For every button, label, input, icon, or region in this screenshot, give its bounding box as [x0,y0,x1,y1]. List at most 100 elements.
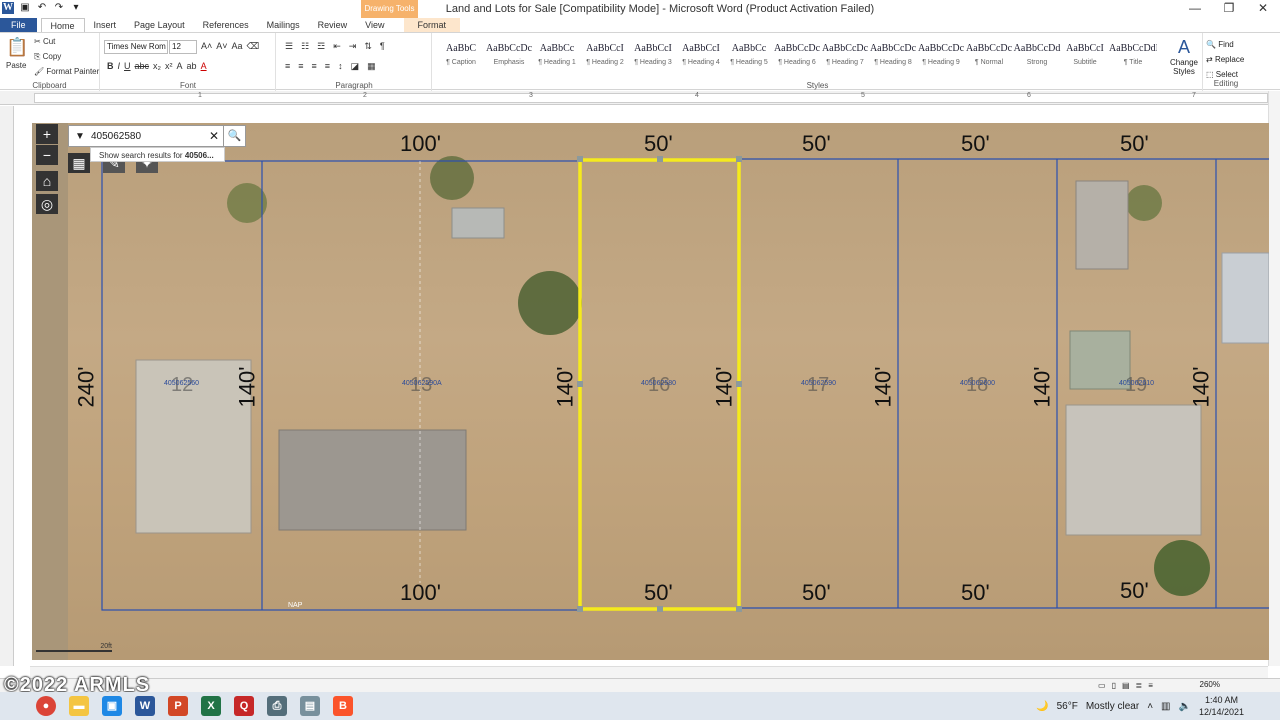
tray-overflow-icon[interactable]: ˄ [1147,701,1153,712]
replace-button[interactable]: ⇄ Replace [1206,52,1244,67]
paste-icon[interactable]: 📋 [6,37,28,58]
restore-icon[interactable]: ❐ [1212,1,1246,15]
vertical-ruler[interactable] [0,106,14,666]
tab-review[interactable]: Review [309,18,357,32]
search-icon[interactable]: 🔍 [223,126,245,146]
bullets-icon[interactable]: ☰ [285,41,293,52]
selection-handle[interactable] [577,606,583,612]
search-source-dropdown-icon[interactable]: ▼ [69,131,91,142]
underline-button[interactable]: U [124,61,131,71]
horizontal-scrollbar[interactable] [30,666,1268,678]
basemap-gallery-icon[interactable]: ▦ [68,153,90,173]
horizontal-ruler[interactable]: 1 2 3 4 5 6 7 [0,91,1280,105]
tab-references[interactable]: References [194,18,258,32]
format-painter-button[interactable]: 🖌 Format Painter [34,67,99,76]
align-right-icon[interactable]: ≡ [312,61,317,72]
sort-icon[interactable]: ⇅ [364,41,372,52]
tab-view[interactable]: View [356,18,393,32]
file-explorer-icon[interactable]: ▬ [69,696,89,716]
photos-icon[interactable]: ▣ [102,696,122,716]
subscript-button[interactable]: x₂ [153,61,161,71]
volume-icon[interactable]: 🔈 [1179,701,1191,712]
style-item[interactable]: AaBbCcDdI ¶ Title [1109,39,1157,77]
numbering-icon[interactable]: ☷ [301,41,309,52]
style-item[interactable]: AaBbCcI ¶ Heading 3 [629,39,677,77]
highlight-icon[interactable]: ab [187,61,197,71]
tab-home[interactable]: Home [40,18,85,32]
tab-insert[interactable]: Insert [85,18,126,32]
style-item[interactable]: AaBbCcDc ¶ Heading 8 [869,39,917,77]
zoom-out-button[interactable]: − [36,145,58,165]
text-effects-icon[interactable]: A [177,61,183,71]
tab-format[interactable]: Format [403,18,461,32]
brave-icon[interactable]: B [333,696,353,716]
bold-button[interactable]: B [107,61,114,71]
locate-icon[interactable]: ◎ [36,194,58,214]
style-item[interactable]: AaBbCc ¶ Heading 1 [533,39,581,77]
excel-icon[interactable]: X [201,696,221,716]
shading-icon[interactable]: ◪ [351,61,360,72]
selection-handle[interactable] [577,156,583,162]
tab-page-layout[interactable]: Page Layout [125,18,194,32]
style-item[interactable]: AaBbCc ¶ Heading 5 [725,39,773,77]
style-item[interactable]: AaBbCcDc ¶ Heading 6 [773,39,821,77]
align-center-icon[interactable]: ≡ [298,61,303,72]
style-item[interactable]: AaBbCcDc ¶ Heading 9 [917,39,965,77]
tab-file[interactable]: File [0,18,37,32]
font-size-select[interactable]: 12 [169,40,197,54]
map-search-box[interactable]: ▼ 405062580 ✕ 🔍 [68,125,246,147]
weather-desc[interactable]: Mostly clear [1086,701,1139,712]
increase-indent-icon[interactable]: ⇥ [349,41,357,52]
print-layout-view-icon[interactable]: ▭ [1098,681,1106,690]
find-button[interactable]: 🔍 Find [1206,37,1244,52]
powerpoint-icon[interactable]: P [168,696,188,716]
line-spacing-icon[interactable]: ↕ [338,61,343,72]
multilevel-list-icon[interactable]: ☲ [317,41,325,52]
minimize-icon[interactable]: — [1178,1,1212,15]
zoom-level[interactable]: 260% [1200,680,1220,689]
weather-temp[interactable]: 56°F [1057,701,1078,712]
web-layout-icon[interactable]: ▤ [1122,681,1130,690]
style-item[interactable]: AaBbCcI ¶ Heading 2 [581,39,629,77]
paste-button[interactable]: Paste [6,61,26,70]
clock[interactable]: 1:40 AM 12/14/2021 [1199,694,1244,718]
word-icon[interactable]: W [135,696,155,716]
style-item[interactable]: AaBbCcDc ¶ Heading 7 [821,39,869,77]
copy-button[interactable]: ⎘ Copy [34,52,61,62]
selection-handle[interactable] [736,606,742,612]
printer-icon[interactable]: ⎙ [267,696,287,716]
style-item[interactable]: AaBbCcDc Emphasis [485,39,533,77]
show-formatting-icon[interactable]: ¶ [380,41,385,52]
style-item[interactable]: AaBbC ¶ Caption [437,39,485,77]
search-suggestion[interactable]: Show search results for 40506... [90,147,225,162]
tab-mailings[interactable]: Mailings [258,18,309,32]
borders-icon[interactable]: ▦ [367,61,376,72]
vertical-scrollbar[interactable] [1268,91,1280,666]
style-item[interactable]: AaBbCcI ¶ Heading 4 [677,39,725,77]
font-name-select[interactable]: Times New Rom [104,40,168,54]
cut-button[interactable]: ✂ Cut [34,37,55,46]
style-item[interactable]: AaBbCcDc ¶ Normal [965,39,1013,77]
search-input[interactable]: 405062580 [91,131,209,142]
zoom-in-button[interactable]: + [36,124,58,144]
weather-icon[interactable]: 🌙 [1036,701,1048,712]
selection-handle[interactable] [657,606,663,612]
change-styles-button[interactable]: A Change Styles [1168,37,1200,76]
clear-formatting-icon[interactable]: ⌫ [247,41,260,52]
italic-button[interactable]: I [118,61,121,71]
grow-font-icon[interactable]: A˄ [201,41,212,52]
draft-view-icon[interactable]: ≡ [1148,681,1153,690]
outline-view-icon[interactable]: ≣ [1136,681,1143,690]
quicken-icon[interactable]: Q [234,696,254,716]
style-item[interactable]: AaBbCcDd Strong [1013,39,1061,77]
chrome-icon[interactable]: ● [36,696,56,716]
clear-search-icon[interactable]: ✕ [209,129,223,143]
close-icon[interactable]: ✕ [1246,1,1280,15]
network-icon[interactable]: ▥ [1161,701,1170,712]
home-icon[interactable]: ⌂ [36,171,58,191]
change-case-icon[interactable]: Aa [232,41,243,52]
strikethrough-button[interactable]: abc [135,61,150,71]
full-screen-reading-icon[interactable]: ▯ [1112,681,1116,690]
decrease-indent-icon[interactable]: ⇤ [333,41,341,52]
align-left-icon[interactable]: ≡ [285,61,290,72]
